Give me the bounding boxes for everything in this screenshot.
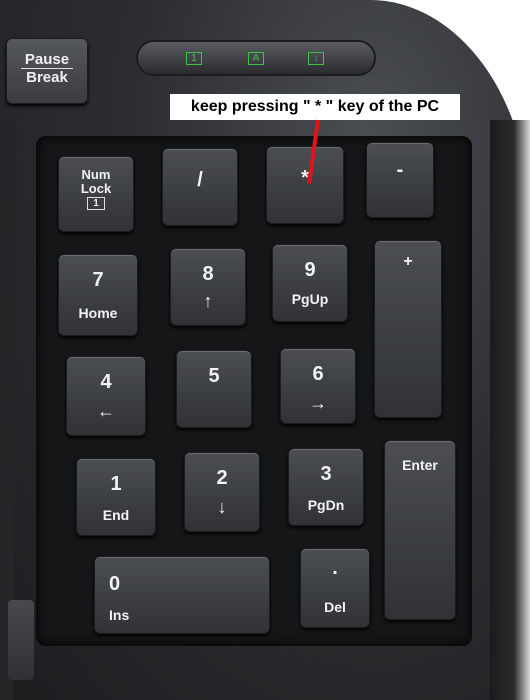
numpad-1-key[interactable]: 1 End <box>76 458 156 536</box>
up-arrow-icon: ↑ <box>203 291 213 311</box>
pgdn-label: PgDn <box>307 497 345 513</box>
numpad-6-key[interactable]: 6 → <box>280 348 356 424</box>
numpad: Num Lock 1 / * - 7 Home 8 ↑ 9 PgUp + 4 ←… <box>36 136 472 646</box>
down-arrow-icon: ↓ <box>217 497 227 517</box>
key-2-label: 2 <box>216 467 228 489</box>
numlock-label-mid: Lock <box>80 181 112 196</box>
home-label: Home <box>78 305 118 321</box>
end-label: End <box>102 507 130 523</box>
del-label: Del <box>324 599 346 615</box>
numpad-3-key[interactable]: 3 PgDn <box>288 448 364 526</box>
numpad-7-key[interactable]: 7 Home <box>58 254 138 336</box>
key-1-label: 1 <box>110 473 122 495</box>
break-label: Break <box>26 69 68 86</box>
plus-key[interactable]: + <box>374 240 442 418</box>
key-6-label: 6 <box>312 363 324 385</box>
indicator-led-panel: 1 A ↓ <box>136 40 376 76</box>
instruction-callout: keep pressing " * " key of the PC <box>170 94 460 120</box>
asterisk-key[interactable]: * <box>266 146 344 224</box>
key-8-label: 8 <box>202 263 214 285</box>
key-9-label: 9 <box>304 259 316 281</box>
numlock-lock-icon: 1 <box>87 197 105 210</box>
asterisk-label: * <box>301 167 309 189</box>
key-3-label: 3 <box>320 463 332 485</box>
numlock-label-top: Num <box>81 167 111 182</box>
numpad-4-key[interactable]: 4 ← <box>66 356 146 436</box>
pause-break-key[interactable]: Pause Break <box>6 38 88 104</box>
pgup-label: PgUp <box>291 291 329 307</box>
numpad-9-key[interactable]: 9 PgUp <box>272 244 348 322</box>
numlock-key[interactable]: Num Lock 1 <box>58 156 134 232</box>
partial-key-bottom-left <box>8 600 34 680</box>
right-arrow-icon: → <box>309 393 327 413</box>
numpad-2-key[interactable]: 2 ↓ <box>184 452 260 532</box>
key-0-label: 0 <box>109 573 121 595</box>
dot-label: . <box>332 557 338 579</box>
numlock-led-icon: 1 <box>186 52 202 65</box>
key-4-label: 4 <box>100 371 112 393</box>
key-7-label: 7 <box>92 269 104 291</box>
numpad-8-key[interactable]: 8 ↑ <box>170 248 246 326</box>
key-5-label: 5 <box>208 365 220 387</box>
numpad-5-key[interactable]: 5 <box>176 350 252 428</box>
slash-key[interactable]: / <box>162 148 238 226</box>
minus-key[interactable]: - <box>366 142 434 218</box>
minus-label: - <box>396 159 404 181</box>
scrolllock-led-icon: ↓ <box>308 52 324 65</box>
ins-label: Ins <box>109 607 130 623</box>
keyboard-right-edge <box>490 120 530 700</box>
enter-key[interactable]: Enter <box>384 440 456 620</box>
slash-label: / <box>197 169 203 191</box>
enter-label: Enter <box>402 457 438 473</box>
pause-label: Pause <box>24 51 70 68</box>
numpad-decimal-key[interactable]: . Del <box>300 548 370 628</box>
numpad-0-key[interactable]: 0 Ins <box>94 556 270 634</box>
left-arrow-icon: ← <box>97 401 115 421</box>
capslock-led-icon: A <box>248 52 264 65</box>
plus-label: + <box>403 253 413 270</box>
